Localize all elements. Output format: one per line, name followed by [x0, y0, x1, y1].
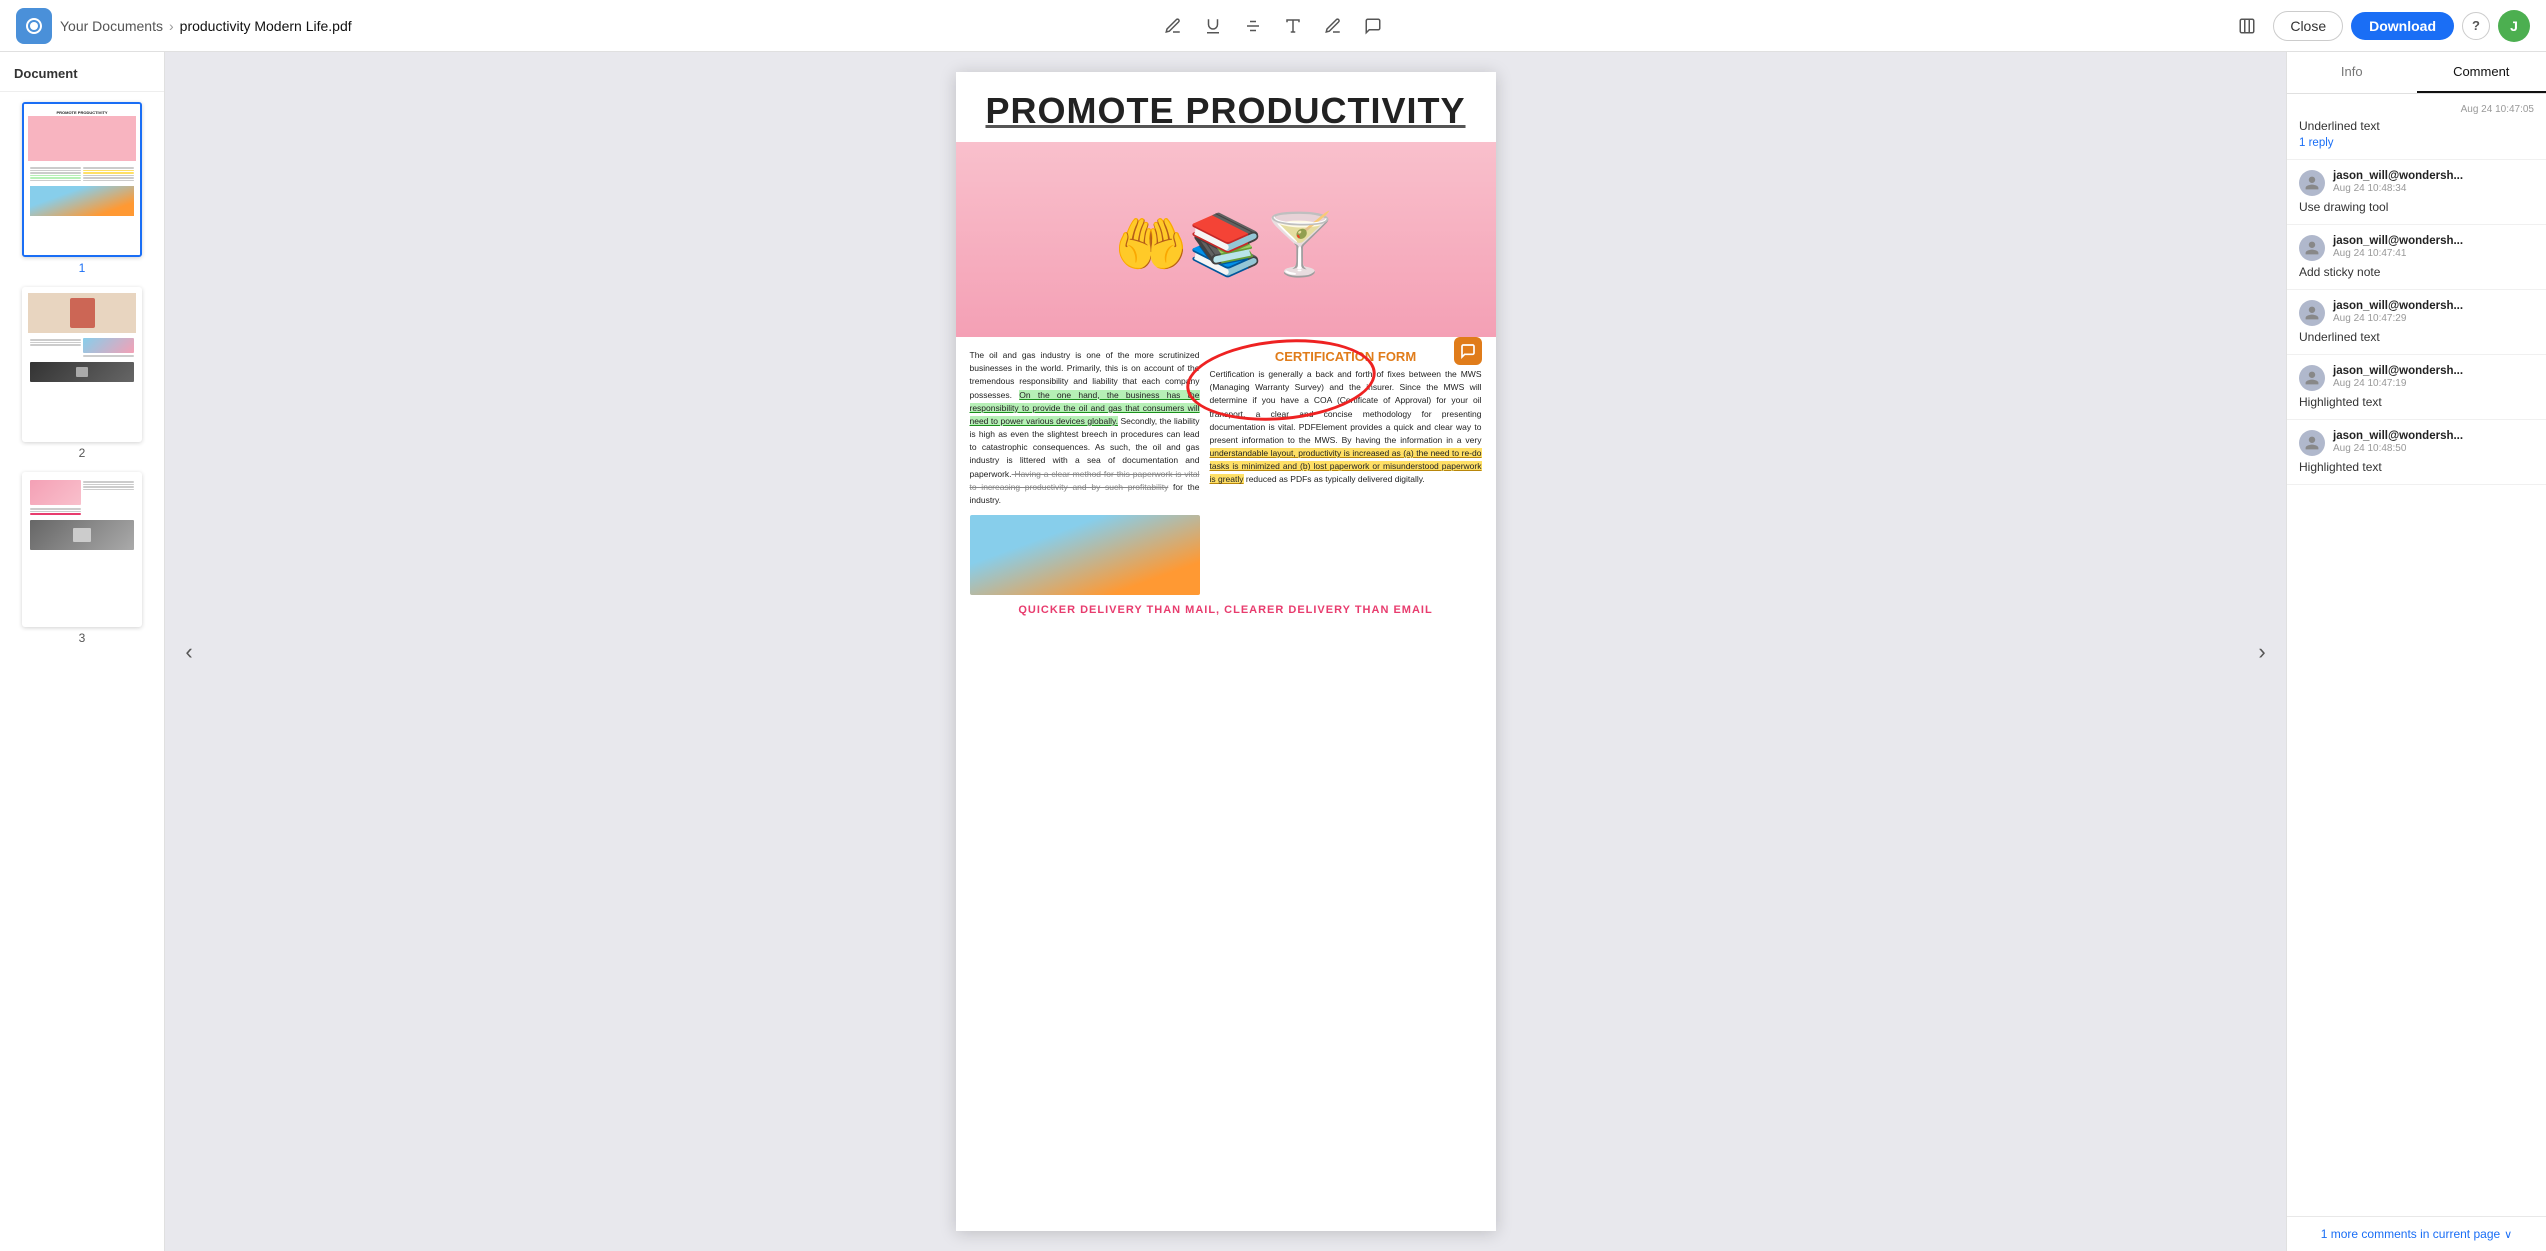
thumbnail-page-3[interactable]: 3 — [10, 472, 154, 645]
comments-list: Aug 24 10:47:05 Underlined text 1 reply … — [2287, 94, 2546, 1216]
highlight-tool-button[interactable] — [1315, 8, 1351, 44]
first-comment-reply[interactable]: 1 reply — [2299, 137, 2534, 149]
comment-user-5: jason_will@wondersh... — [2333, 430, 2534, 442]
pdf-right-text: Certification is generally a back and fo… — [1210, 368, 1482, 487]
document-sidebar: Document PROMOTE PRODUCTIVITY — [0, 52, 165, 1251]
sidebar-title: Document — [0, 52, 164, 92]
comment-user-3: jason_will@wondersh... — [2333, 300, 2534, 312]
comment-entry-4: jason_will@wondersh... Aug 24 10:47:19 H… — [2287, 355, 2546, 420]
comment-meta-2: jason_will@wondersh... Aug 24 10:47:41 — [2333, 235, 2534, 259]
first-comment-text: Underlined text — [2299, 119, 2534, 133]
download-button[interactable]: Download — [2351, 12, 2454, 40]
main-layout: Document PROMOTE PRODUCTIVITY — [0, 52, 2546, 1251]
comment-entry-3: jason_will@wondersh... Aug 24 10:47:29 U… — [2287, 290, 2546, 355]
comment-entry-1: jason_will@wondersh... Aug 24 10:48:34 U… — [2287, 160, 2546, 225]
comment-time-2: Aug 24 10:47:41 — [2333, 248, 2534, 259]
avatar: J — [2498, 10, 2530, 42]
comment-entry-5: jason_will@wondersh... Aug 24 10:48:50 H… — [2287, 420, 2546, 485]
thumbnails-list: PROMOTE PRODUCTIVITY — [0, 92, 164, 1251]
comment-header-3: jason_will@wondersh... Aug 24 10:47:29 — [2299, 300, 2534, 326]
pdf-page-1: PROMOTE PRODUCTIVITY 🤲📚🍸 The oil and gas… — [956, 72, 1496, 1231]
thumbnail-page-2[interactable]: 2 — [10, 287, 154, 460]
tab-comment[interactable]: Comment — [2417, 52, 2546, 93]
thumb-num-2: 2 — [79, 446, 86, 460]
breadcrumb: Your Documents › productivity Modern Lif… — [60, 18, 352, 34]
pdf-left-text: The oil and gas industry is one of the m… — [970, 349, 1200, 507]
text-tool-button[interactable] — [1275, 8, 1311, 44]
comment-text-5: Highlighted text — [2299, 460, 2534, 474]
pdf-page-title: PROMOTE PRODUCTIVITY — [956, 72, 1496, 142]
more-comments-text: 1 more comments in current page — [2321, 1227, 2500, 1241]
open-external-button[interactable] — [2229, 8, 2265, 44]
toolbar-right: Close Download ? J — [1697, 8, 2530, 44]
underline-tool-button[interactable] — [1195, 8, 1231, 44]
comment-entry-2: jason_will@wondersh... Aug 24 10:47:41 A… — [2287, 225, 2546, 290]
comment-user-4: jason_will@wondersh... — [2333, 365, 2534, 377]
comment-header-2: jason_will@wondersh... Aug 24 10:47:41 — [2299, 235, 2534, 261]
toolbar: Your Documents › productivity Modern Lif… — [0, 0, 2546, 52]
comment-time-3: Aug 24 10:47:29 — [2333, 313, 2534, 324]
comment-user-2: jason_will@wondersh... — [2333, 235, 2534, 247]
comment-text-4: Highlighted text — [2299, 395, 2534, 409]
pdf-scroll-area[interactable]: PROMOTE PRODUCTIVITY 🤲📚🍸 The oil and gas… — [165, 52, 2286, 1251]
right-text-intro: Certification is generally a back and fo… — [1210, 369, 1482, 445]
comment-meta-1: jason_will@wondersh... Aug 24 10:48:34 — [2333, 170, 2534, 194]
breadcrumb-root[interactable]: Your Documents — [60, 18, 163, 34]
breadcrumb-separator: › — [169, 18, 174, 34]
prev-page-button[interactable]: ‹ — [173, 636, 205, 668]
comment-avatar-2 — [2299, 235, 2325, 261]
toolbar-left: Your Documents › productivity Modern Lif… — [16, 8, 849, 44]
certification-form-title: CERTIFICATION FORM — [1210, 349, 1482, 368]
comment-time-1: Aug 24 10:48:34 — [2333, 183, 2534, 194]
comment-header-1: jason_will@wondersh... Aug 24 10:48:34 — [2299, 170, 2534, 196]
comment-avatar-5 — [2299, 430, 2325, 456]
pdf-left-column: The oil and gas industry is one of the m… — [970, 349, 1200, 595]
pdf-right-column: CERTIFICATION FORM Certification is gene… — [1210, 349, 1482, 595]
comment-text-3: Underlined text — [2299, 330, 2534, 344]
strikethrough-tool-button[interactable] — [1235, 8, 1271, 44]
comment-meta-4: jason_will@wondersh... Aug 24 10:47:19 — [2333, 365, 2534, 389]
help-button[interactable]: ? — [2462, 12, 2490, 40]
draw-tool-button[interactable] — [1155, 8, 1191, 44]
more-comments-link[interactable]: 1 more comments in current page ∨ — [2287, 1216, 2546, 1251]
comment-annotation-icon[interactable] — [1454, 337, 1482, 365]
right-panel: Info Comment Aug 24 10:47:05 Underlined … — [2286, 52, 2546, 1251]
thumb-num-1: 1 — [79, 261, 86, 275]
tab-info[interactable]: Info — [2287, 52, 2417, 93]
pdf-hero-image: 🤲📚🍸 — [956, 142, 1496, 337]
pdf-bottom-left-image — [970, 515, 1200, 595]
comment-time-5: Aug 24 10:48:50 — [2333, 443, 2534, 454]
comment-header-5: jason_will@wondersh... Aug 24 10:48:50 — [2299, 430, 2534, 456]
comment-text-2: Add sticky note — [2299, 265, 2534, 279]
comment-user-1: jason_will@wondersh... — [2333, 170, 2534, 182]
right-panel-tabs: Info Comment — [2287, 52, 2546, 94]
right-text-end: reduced as PDFs as typically delivered d… — [1244, 474, 1425, 484]
breadcrumb-current: productivity Modern Life.pdf — [180, 18, 352, 34]
comment-header-4: jason_will@wondersh... Aug 24 10:47:19 — [2299, 365, 2534, 391]
chevron-down-icon: ∨ — [2504, 1228, 2512, 1241]
thumbnail-page-1[interactable]: PROMOTE PRODUCTIVITY — [10, 102, 154, 275]
next-page-button[interactable]: › — [2246, 636, 2278, 668]
comment-avatar-3 — [2299, 300, 2325, 326]
comment-avatar-4 — [2299, 365, 2325, 391]
toolbar-tools — [857, 8, 1690, 44]
comment-meta-3: jason_will@wondersh... Aug 24 10:47:29 — [2333, 300, 2534, 324]
app-logo — [16, 8, 52, 44]
first-comment-time: Aug 24 10:47:05 — [2299, 104, 2534, 115]
close-button[interactable]: Close — [2273, 11, 2343, 41]
first-comment-entry: Aug 24 10:47:05 Underlined text 1 reply — [2287, 94, 2546, 160]
pdf-viewer: ‹ PROMOTE PRODUCTIVITY 🤲📚🍸 The oil and g… — [165, 52, 2286, 1251]
comment-avatar-1 — [2299, 170, 2325, 196]
hero-illustration: 🤲📚🍸 — [1113, 209, 1337, 280]
pdf-body: The oil and gas industry is one of the m… — [956, 337, 1496, 595]
comment-time-4: Aug 24 10:47:19 — [2333, 378, 2534, 389]
comment-meta-5: jason_will@wondersh... Aug 24 10:48:50 — [2333, 430, 2534, 454]
thumb-num-3: 3 — [79, 631, 86, 645]
quicker-delivery-text: QUICKER DELIVERY THAN MAIL, CLEARER DELI… — [970, 603, 1482, 617]
comment-tool-button[interactable] — [1355, 8, 1391, 44]
comment-text-1: Use drawing tool — [2299, 200, 2534, 214]
